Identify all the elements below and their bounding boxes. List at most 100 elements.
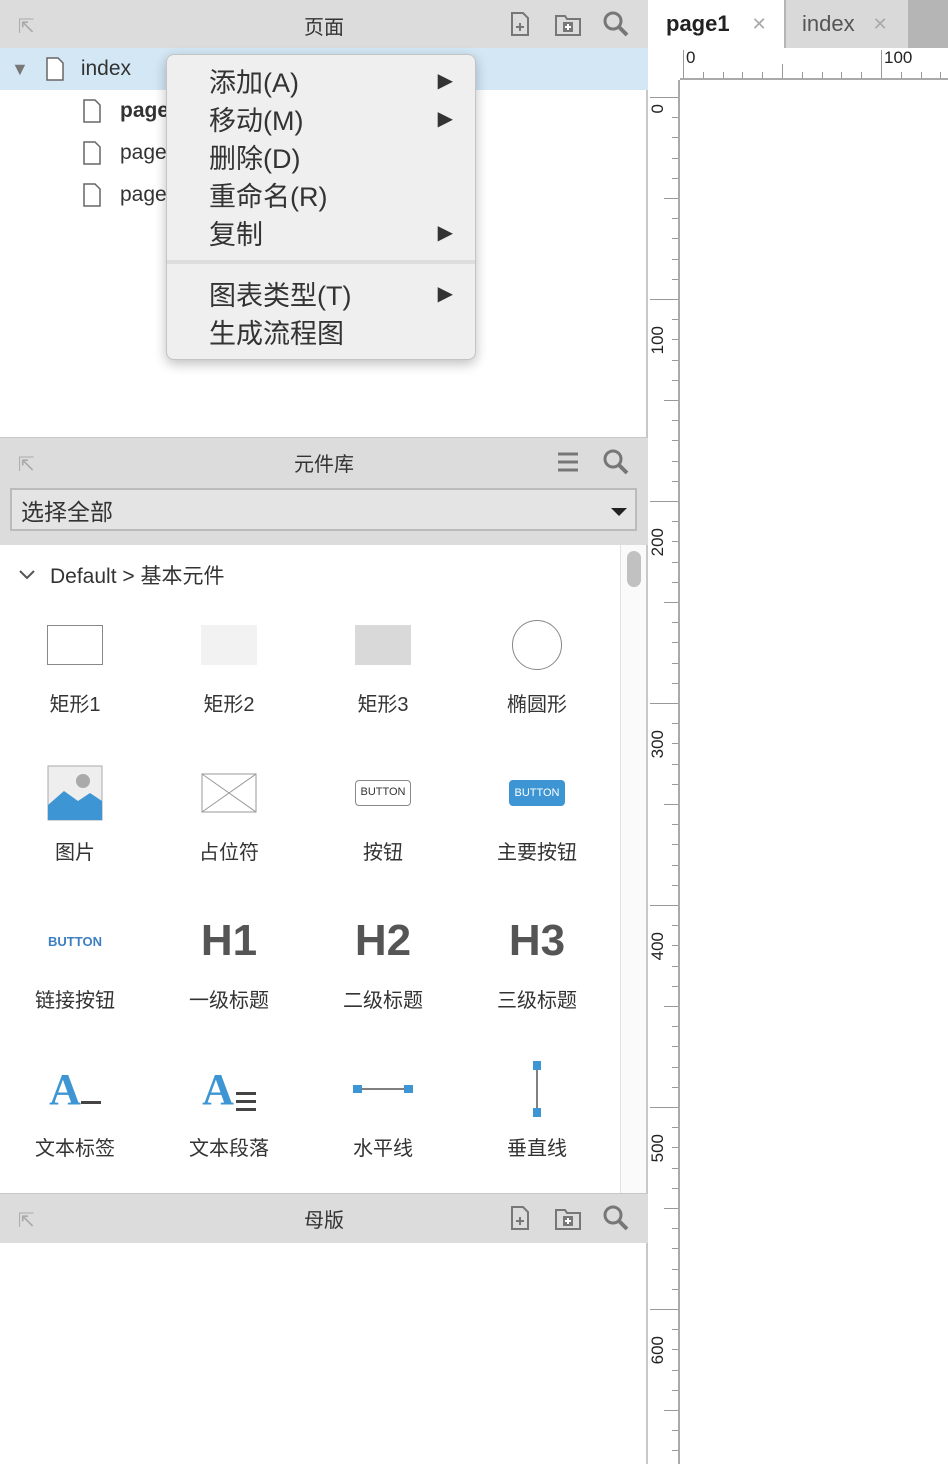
- widget-item[interactable]: H1 一级标题: [152, 906, 306, 1046]
- widget-icon: H1: [200, 916, 258, 965]
- add-folder-icon[interactable]: [554, 1204, 582, 1232]
- chevron-down-icon: [611, 508, 627, 516]
- ruler-tick: [672, 359, 678, 361]
- widget-item[interactable]: 垂直线: [460, 1054, 614, 1194]
- widget-item[interactable]: A 文本段落: [152, 1054, 306, 1194]
- menu-icon[interactable]: [554, 448, 582, 476]
- vertical-ruler: 0 100 200 300 400 500 600: [648, 80, 680, 1464]
- ruler-tick: [920, 72, 922, 78]
- category-header[interactable]: Default > 基本元件: [18, 560, 224, 590]
- widget-icon: [306, 610, 460, 680]
- scrollbar-thumb[interactable]: [627, 551, 641, 587]
- menu-item-label: 删除(D): [209, 143, 301, 174]
- ruler-tick: [650, 501, 678, 502]
- collapse-icon[interactable]: ⇱: [18, 452, 35, 477]
- add-master-icon[interactable]: [506, 1204, 534, 1232]
- ruler-tick: [782, 64, 783, 78]
- widget-item[interactable]: BUTTON 主要按钮: [460, 758, 614, 898]
- close-icon[interactable]: ✕: [752, 14, 767, 35]
- widget-item[interactable]: 矩形3: [306, 610, 460, 750]
- collapse-icon[interactable]: ⇱: [18, 1208, 35, 1233]
- collapse-icon[interactable]: ⇱: [18, 14, 35, 39]
- widget-icon: BUTTON: [48, 933, 102, 949]
- ruler-tick: [672, 420, 678, 422]
- ruler-tick: [672, 763, 678, 765]
- menu-item-add[interactable]: 添加(A) ▶: [167, 61, 475, 99]
- search-icon[interactable]: [602, 1204, 630, 1232]
- widget-label: 矩形1: [49, 694, 101, 716]
- widget-item[interactable]: 矩形2: [152, 610, 306, 750]
- tab-page1[interactable]: page1 ✕: [650, 0, 784, 48]
- submenu-arrow-icon: ▶: [437, 107, 453, 130]
- menu-item-duplicate[interactable]: 复制 ▶: [167, 213, 475, 251]
- ruler-tick: [672, 521, 678, 523]
- masters-panel-header: ⇱ 母版: [0, 1193, 648, 1243]
- ruler-tick: [672, 864, 678, 866]
- page-icon: [46, 57, 64, 81]
- widget-label: 文本段落: [189, 1138, 269, 1160]
- close-icon[interactable]: ✕: [873, 14, 888, 35]
- widget-item[interactable]: BUTTON 按钮: [306, 758, 460, 898]
- widget-item[interactable]: 占位符: [152, 758, 306, 898]
- ruler-tick: [672, 844, 678, 846]
- widget-item[interactable]: 矩形1: [0, 610, 152, 750]
- ruler-tick: [672, 1389, 678, 1391]
- menu-item-generate-flowchart[interactable]: 生成流程图: [167, 312, 475, 350]
- ruler-tick: [672, 824, 678, 826]
- widget-item[interactable]: H2 二级标题: [306, 906, 460, 1046]
- ruler-tick: [650, 703, 678, 704]
- submenu-arrow-icon: ▶: [437, 221, 453, 244]
- widget-item[interactable]: 椭圆形: [460, 610, 614, 750]
- ruler-tick: [672, 1066, 678, 1068]
- widget-item[interactable]: 图片: [0, 758, 152, 898]
- widget-label: 图片: [55, 842, 95, 864]
- library-select[interactable]: 选择全部: [10, 488, 637, 531]
- add-page-icon[interactable]: [506, 10, 534, 38]
- expand-triangle-icon[interactable]: ▼: [11, 59, 29, 80]
- menu-item-delete[interactable]: 删除(D): [167, 137, 475, 175]
- ruler-tick: [672, 925, 678, 927]
- widget-label: 垂直线: [507, 1138, 567, 1160]
- search-icon[interactable]: [602, 448, 630, 476]
- menu-item-move[interactable]: 移动(M) ▶: [167, 99, 475, 137]
- ruler-tick: [672, 1046, 678, 1048]
- widget-label: 水平线: [353, 1138, 413, 1160]
- search-icon[interactable]: [602, 10, 630, 38]
- menu-item-rename[interactable]: 重命名(R): [167, 175, 475, 213]
- widget-item[interactable]: 水平线: [306, 1054, 460, 1194]
- widget-item[interactable]: A 文本标签: [0, 1054, 152, 1194]
- ruler-label: 0: [686, 48, 696, 67]
- ruler-tick: [801, 72, 803, 78]
- ruler-tick: [664, 198, 678, 199]
- ruler-label: 100: [648, 326, 667, 355]
- widget-icon: H2: [354, 916, 412, 965]
- widget-label: 椭圆形: [507, 694, 567, 716]
- widget-icon: [306, 1054, 460, 1124]
- ruler-tick: [672, 622, 678, 624]
- menu-item-diagram-type[interactable]: 图表类型(T) ▶: [167, 274, 475, 312]
- widget-item[interactable]: H3 三级标题: [460, 906, 614, 1046]
- widget-label: 主要按钮: [497, 842, 577, 864]
- ruler-tick: [683, 50, 684, 78]
- library-select-value: 选择全部: [21, 498, 113, 525]
- pages-panel-header: ⇱ 页面: [0, 0, 648, 50]
- ruler-tick: [672, 339, 678, 341]
- library-scrollbar[interactable]: [620, 545, 646, 1193]
- tab-bar: page1 ✕ index ✕: [650, 0, 948, 48]
- ruler-tick: [672, 460, 678, 462]
- menu-item-label: 复制: [209, 219, 263, 250]
- widget-icon: [0, 610, 152, 680]
- library-panel-header: ⇱ 元件库: [0, 437, 648, 487]
- ruler-corner: [650, 48, 680, 80]
- submenu-arrow-icon: ▶: [437, 69, 453, 92]
- widget-icon: A: [152, 1054, 306, 1124]
- add-folder-icon[interactable]: [554, 10, 582, 38]
- pages-panel-title: 页面: [304, 16, 344, 39]
- widget-icon: [460, 610, 614, 680]
- ruler-tick: [664, 1006, 678, 1007]
- ruler-tick: [672, 278, 678, 280]
- widget-item[interactable]: BUTTON 链接按钮: [0, 906, 152, 1046]
- widget-icon: [0, 758, 152, 828]
- tab-index[interactable]: index ✕: [786, 0, 908, 48]
- ruler-tick: [650, 1107, 678, 1108]
